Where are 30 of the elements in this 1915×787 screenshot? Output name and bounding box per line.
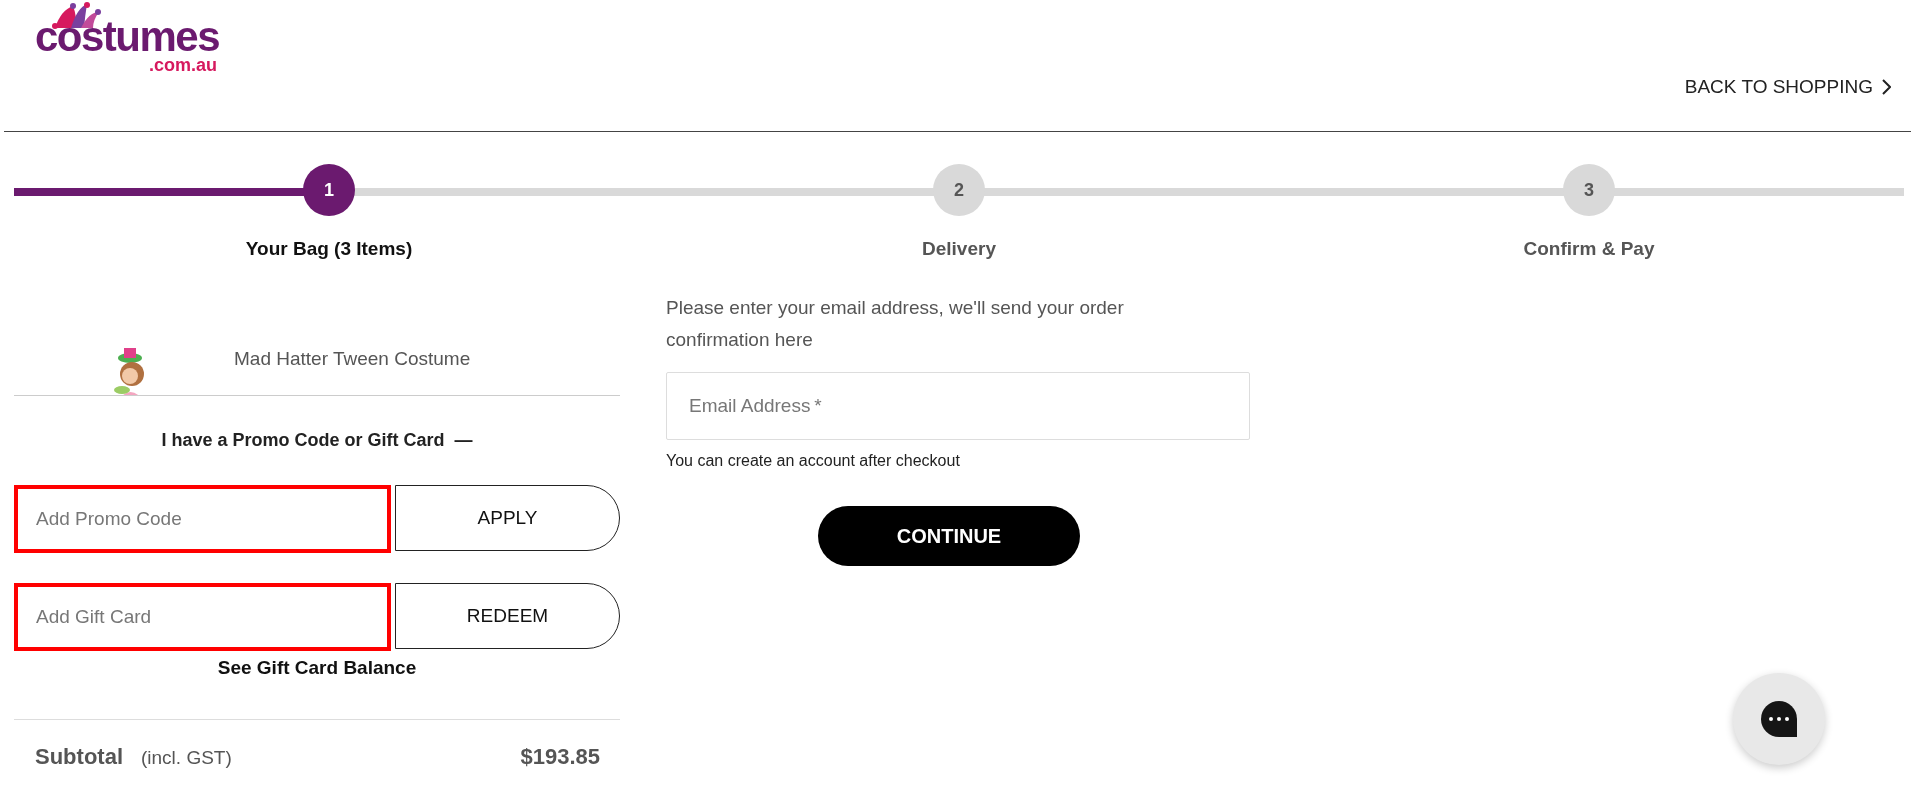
- logo-domain: .com.au: [148, 56, 217, 74]
- product-name[interactable]: Mad Hatter Tween Costume: [234, 348, 471, 395]
- logo[interactable]: costumes .com.au: [29, 0, 219, 74]
- code-input-field[interactable]: Add Promo Code: [14, 485, 391, 553]
- promo-toggle[interactable]: I have a Promo Code or Gift Card —: [157, 430, 477, 451]
- continue-button[interactable]: CONTINUE: [818, 506, 1080, 566]
- step-number: 1: [303, 164, 355, 216]
- step-number: 3: [1563, 164, 1615, 216]
- subtotal-note: (incl. GST): [141, 747, 233, 769]
- step-number: 2: [933, 164, 985, 216]
- code-submit-button[interactable]: REDEEM: [395, 583, 620, 649]
- step-label: Confirm & Pay: [1523, 238, 1655, 260]
- subtotal-amount: $193.85: [520, 744, 600, 770]
- chat-bubble-icon: [1759, 699, 1799, 739]
- subtotal-label: Subtotal: [35, 744, 123, 770]
- step-label: Your Bag (3 Items): [245, 238, 413, 260]
- back-to-shopping-link[interactable]: BACK TO SHOPPING: [1684, 76, 1891, 98]
- email-instructions: Please enter your email address, we'll send your order confirmation here: [666, 296, 1125, 352]
- step-label: Delivery: [922, 238, 996, 260]
- code-input-field[interactable]: Add Gift Card: [14, 583, 391, 651]
- email-field[interactable]: Email Address *: [666, 372, 1250, 440]
- logo-wordmark: costumes: [34, 18, 219, 56]
- checkout-step[interactable]: 3 Confirm & Pay: [1274, 164, 1904, 260]
- account-hint: You can create an account after checkout: [666, 452, 961, 470]
- checkout-step[interactable]: 1 Your Bag (3 Items): [14, 164, 644, 260]
- chat-button[interactable]: [1733, 673, 1825, 765]
- chevron-right-icon: [1881, 79, 1891, 95]
- checkout-step[interactable]: 2 Delivery: [644, 164, 1274, 260]
- code-submit-button[interactable]: APPLY: [395, 485, 620, 551]
- gift-card-balance-link[interactable]: See Gift Card Balance: [217, 657, 417, 679]
